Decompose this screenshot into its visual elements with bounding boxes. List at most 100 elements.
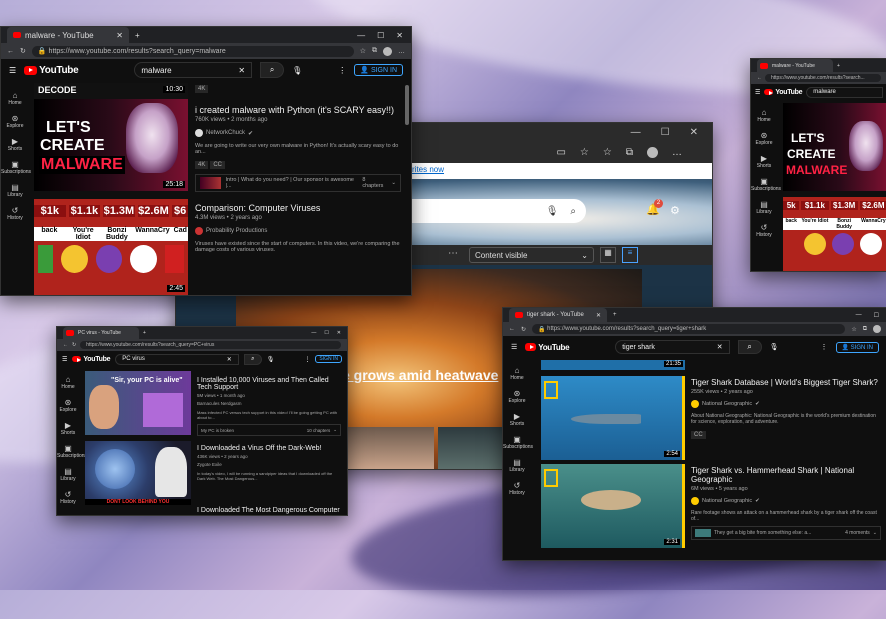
collections-icon[interactable]: ⧉: [372, 47, 377, 55]
search-input[interactable]: malware ✕: [134, 62, 253, 78]
video-thumbnail-darkweb[interactable]: DONT LOOK BEHIND YOU: [85, 441, 191, 505]
news-search-box[interactable]: 🎙 ⌕: [396, 199, 586, 223]
sidebar-item-home[interactable]: ⌂ Home: [751, 108, 777, 123]
new-tab-icon[interactable]: +: [837, 63, 840, 69]
clear-icon[interactable]: ✕: [238, 66, 245, 75]
profile-avatar[interactable]: [647, 146, 658, 158]
channel-name[interactable]: NetworkChuck: [206, 130, 245, 136]
minimize-icon[interactable]: —: [357, 31, 365, 40]
search-input[interactable]: malware: [806, 86, 883, 98]
video-title[interactable]: Tiger Shark vs. Hammerhead Shark | Natio…: [691, 466, 881, 484]
tabs-icon[interactable]: ⧉: [626, 147, 633, 158]
sidebar-item-subscriptions[interactable]: ▣ Subscriptions: [57, 444, 87, 459]
sidebar-item-library[interactable]: ▤ Library: [751, 200, 777, 215]
sidebar-item-explore[interactable]: ⊛ Explore: [1, 114, 29, 129]
tab-close-icon[interactable]: ✕: [116, 31, 123, 40]
sidebar-item-history[interactable]: ↺ History: [751, 223, 777, 238]
video-thumbnail-alive[interactable]: "Sir, your PC is alive": [85, 371, 191, 435]
video-title[interactable]: i created malware with Python (it's SCAR…: [195, 105, 401, 115]
channel-avatar[interactable]: [691, 497, 699, 505]
search-button[interactable]: ⌕: [243, 353, 262, 365]
sidebar-item-explore[interactable]: ⊛ Explore: [503, 389, 531, 404]
tab-tiger-shark[interactable]: tiger shark - YouTube ✕: [509, 308, 607, 322]
close-icon[interactable]: ✕: [690, 127, 698, 138]
back-icon[interactable]: ←: [7, 48, 14, 55]
sidebar-item-library[interactable]: ▤ Library: [57, 467, 79, 482]
menu-icon[interactable]: ☰: [511, 343, 517, 351]
youtube-logo[interactable]: YouTube: [72, 356, 111, 363]
sidebar-item-shorts[interactable]: ▶ Shorts: [751, 154, 777, 169]
clear-icon[interactable]: ✕: [717, 343, 723, 351]
tab-malware[interactable]: malware - YouTube ✕: [7, 27, 129, 43]
maximize-icon[interactable]: ☐: [377, 31, 384, 40]
search-button[interactable]: ⌕: [260, 62, 285, 78]
tab-close-icon[interactable]: ✕: [596, 312, 601, 319]
scrollbar[interactable]: [405, 85, 409, 125]
chapters-row[interactable]: They get a big bite from something else:…: [691, 526, 881, 540]
video-thumbnail-database[interactable]: 2:54: [541, 376, 685, 460]
video-title[interactable]: Comparison: Computer Viruses: [195, 203, 401, 213]
content-visible-select[interactable]: Content visible ⌄: [469, 247, 594, 263]
more-icon[interactable]: …: [398, 48, 405, 55]
minimize-icon[interactable]: —: [631, 127, 641, 138]
sidebar-item-history[interactable]: ↺ History: [503, 481, 531, 496]
refresh-icon[interactable]: ↻: [20, 47, 26, 55]
sidebar-item-shorts[interactable]: ▶ Shorts: [57, 421, 79, 436]
video-thumbnail-top[interactable]: 21:35: [541, 360, 685, 370]
sidebar-item-subscriptions[interactable]: ▣ Subscriptions: [1, 160, 31, 175]
video-thumbnail-hammerhead[interactable]: 2:31: [541, 464, 685, 548]
search-button[interactable]: ⌕: [737, 340, 762, 354]
new-tab-icon[interactable]: +: [135, 31, 140, 40]
sidebar-item-library[interactable]: ▤ Library: [503, 458, 531, 473]
mic-icon[interactable]: 🎙: [770, 343, 779, 351]
list-view-icon[interactable]: ≡: [622, 247, 638, 263]
settings-gear-icon[interactable]: ⚙: [670, 204, 680, 217]
tab-pcvirus[interactable]: PC virus - YouTube: [63, 327, 139, 339]
youtube-logo[interactable]: YouTube: [525, 343, 570, 352]
video-thumbnail[interactable]: DECODE LET'S CREATE MALWARE 10:30 25:18: [34, 83, 188, 191]
new-tab-icon[interactable]: +: [613, 312, 617, 318]
sidebar-item-shorts[interactable]: ▶ Shorts: [503, 412, 531, 427]
url-field[interactable]: https://www.youtube.com/results?search_q…: [80, 341, 341, 349]
refresh-icon[interactable]: ↻: [521, 326, 526, 333]
sign-in-button[interactable]: SIGN IN: [315, 355, 342, 363]
sidebar-item-explore[interactable]: ⊛ Explore: [57, 398, 79, 413]
channel-avatar[interactable]: [195, 227, 203, 235]
tab-malware[interactable]: malware - YouTube: [757, 59, 833, 72]
profile-avatar[interactable]: [873, 325, 881, 333]
new-tab-icon[interactable]: +: [143, 330, 146, 336]
minimize-icon[interactable]: —: [311, 330, 316, 336]
close-icon[interactable]: ✕: [337, 330, 341, 336]
mic-icon[interactable]: 🎙: [267, 356, 275, 363]
video-title[interactable]: I Installed 10,000 Viruses and Then Call…: [197, 377, 341, 391]
mic-icon[interactable]: 🎙: [292, 66, 302, 75]
clear-icon[interactable]: ✕: [227, 356, 232, 363]
channel-avatar[interactable]: [691, 400, 699, 408]
collections-icon[interactable]: ☆: [603, 147, 612, 158]
sidebar-item-home[interactable]: ⌂ Home: [57, 375, 79, 390]
refresh-icon[interactable]: ↻: [72, 342, 76, 348]
more-icon[interactable]: …: [672, 147, 682, 158]
collections-icon[interactable]: ⧉: [863, 326, 867, 333]
profile-avatar[interactable]: [383, 46, 392, 56]
url-field[interactable]: https://www.youtube.com/results?search..…: [765, 74, 881, 82]
video-title[interactable]: I Downloaded a Virus Off the Dark-Web!: [197, 445, 341, 452]
mic-icon[interactable]: 🎙: [546, 206, 559, 217]
maximize-icon[interactable]: ☐: [324, 330, 328, 336]
sidebar-item-home[interactable]: ⌂ Home: [503, 366, 531, 381]
channel-name[interactable]: National Geographic: [702, 401, 752, 407]
sidebar-item-history[interactable]: ↺ History: [1, 206, 29, 221]
headline-text[interactable]: e grows amid heatwave: [342, 367, 498, 383]
url-field[interactable]: 🔒 https://www.youtube.com/results?search…: [31, 45, 354, 57]
channel-name[interactable]: Barnacules Nerdgasm: [197, 401, 341, 406]
sign-in-button[interactable]: 👤 SIGN IN: [354, 64, 403, 76]
youtube-logo[interactable]: YouTube: [24, 65, 79, 76]
minimize-icon[interactable]: —: [856, 312, 862, 319]
maximize-icon[interactable]: ☐: [661, 127, 670, 138]
favorite-icon[interactable]: ☆: [851, 326, 856, 333]
channel-name[interactable]: National Geographic: [702, 498, 752, 504]
video-title[interactable]: Tiger Shark Database | World's Biggest T…: [691, 378, 881, 387]
video-thumbnail-comparison[interactable]: 5k $1.1k $1.3M $2.6M back You're Idiot B…: [783, 197, 886, 271]
chapters-row[interactable]: My PC is broken 10 chapters ⌄: [197, 424, 341, 436]
channel-name[interactable]: Zygote Exile: [197, 462, 341, 467]
